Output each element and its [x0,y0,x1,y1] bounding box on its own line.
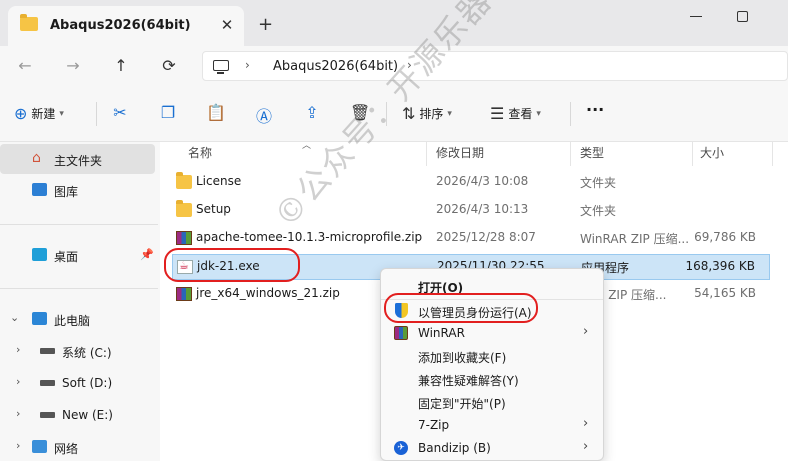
menu-item-winrar[interactable]: WinRAR › [385,321,599,344]
rename-icon[interactable]: Ⓐ [254,103,274,126]
column-divider[interactable] [772,142,773,166]
network-icon [32,440,47,453]
view-icon: ☰ [490,104,505,123]
maximize-icon[interactable] [737,11,748,22]
chevron-right-icon[interactable]: › [16,407,20,420]
computer-icon [213,60,229,74]
minimize-icon[interactable] [690,16,702,17]
menu-item-compat-troubleshoot[interactable]: 兼容性疑难解答(Y) [385,367,599,390]
column-header-type[interactable]: 类型 [580,142,604,168]
winrar-icon [394,326,408,340]
chevron-right-icon: › [583,416,589,431]
chevron-right-icon[interactable]: › [16,343,20,356]
winrar-archive-icon [176,287,192,301]
new-button[interactable]: ⊕ 新建 ▾ [14,104,64,124]
menu-item-7zip[interactable]: 7-Zip › [385,413,599,436]
computer-icon [32,312,47,325]
column-divider[interactable] [692,142,693,166]
column-divider[interactable] [570,142,571,166]
new-tab-button[interactable]: + [258,14,273,35]
address-bar[interactable]: › Abaqus2026(64bit) › [202,51,788,81]
menu-item-pin-to-start[interactable]: 固定到"开始"(P) [385,390,599,413]
gallery-icon [32,183,47,196]
close-tab-icon[interactable]: ✕ [218,16,236,34]
refresh-icon[interactable]: ⟳ [158,55,180,77]
view-button[interactable]: ☰ 查看 ▾ [490,104,541,124]
toolbar-divider [570,102,571,126]
back-icon[interactable]: ← [14,55,36,77]
tab-strip: Abaqus2026(64bit) ✕ + [0,0,788,46]
tab-title: Abaqus2026(64bit) [50,18,191,33]
bandizip-icon: ✈ [394,441,408,455]
toolbar-divider [96,102,97,126]
file-row-setup[interactable]: Setup 2026/4/3 10:13 文件夹 [172,198,770,224]
column-header-date[interactable]: 修改日期 [436,142,484,168]
breadcrumb-folder[interactable]: Abaqus2026(64bit) [273,59,398,74]
tab-abaqus[interactable]: Abaqus2026(64bit) ✕ [8,6,244,46]
folder-icon [20,14,38,31]
sidebar-divider [0,224,158,225]
sidebar-item-drive-d[interactable]: › Soft (D:) [0,368,155,398]
chevron-right-icon: › [583,324,589,339]
navigation-pane: ⌂ 主文件夹 图库 桌面 📌 ⌄ 此电脑 › 系统 (C:) › Soft (D… [0,142,160,461]
forward-icon[interactable]: → [62,55,84,77]
chevron-right-icon[interactable]: › [16,375,20,388]
chevron-down-icon[interactable]: ⌄ [10,311,19,324]
chevron-down-icon: ▾ [59,108,64,119]
drive-icon [40,412,55,418]
explorer-window: Abaqus2026(64bit) ✕ + ← → ↑ ⟳ › Abaqus20… [0,0,788,461]
column-header-size[interactable]: 大小 [700,142,724,168]
chevron-right-icon[interactable]: › [245,58,250,72]
sidebar-item-gallery[interactable]: 图库 [0,175,155,205]
drive-icon [40,380,55,386]
chevron-down-icon: ▾ [536,108,541,119]
winrar-archive-icon [176,231,192,245]
annotation-oval [384,293,538,323]
sidebar-divider [0,288,158,289]
desktop-icon [32,248,47,261]
sort-ascending-icon: ︿ [302,141,312,151]
sidebar-item-network[interactable]: › 网络 [0,432,155,461]
sidebar-item-this-pc[interactable]: ⌄ 此电脑 [0,304,155,334]
sidebar-item-drive-e[interactable]: › New (E:) [0,400,155,430]
plus-circle-icon: ⊕ [14,104,28,123]
file-row-license[interactable]: License 2026/4/3 10:08 文件夹 [172,170,770,196]
column-header-name[interactable]: 名称 [188,142,212,168]
sidebar-item-drive-c[interactable]: › 系统 (C:) [0,336,155,366]
paste-icon[interactable]: 📋 [206,103,226,123]
chevron-right-icon[interactable]: › [16,439,20,452]
chevron-down-icon: ▾ [447,108,452,119]
more-options-icon[interactable]: ··· [586,100,604,120]
folder-icon [176,200,192,217]
sidebar-item-home[interactable]: ⌂ 主文件夹 [0,144,155,174]
menu-item-bandizip[interactable]: ✈ Bandizip (B) › [385,436,599,459]
copy-icon[interactable]: ❐ [158,103,178,123]
home-icon: ⌂ [32,150,41,166]
chevron-right-icon: › [583,439,589,454]
up-icon[interactable]: ↑ [110,55,132,77]
folder-icon [176,172,192,189]
sidebar-item-desktop[interactable]: 桌面 📌 [0,240,155,270]
annotation-oval [164,248,300,282]
pin-icon[interactable]: 📌 [140,248,154,261]
share-icon[interactable]: ⇪ [302,103,322,123]
column-divider[interactable] [426,142,427,166]
menu-item-add-favorites[interactable]: 添加到收藏夹(F) [385,344,599,367]
cut-icon[interactable]: ✂ [110,103,130,123]
drive-icon [40,348,55,354]
